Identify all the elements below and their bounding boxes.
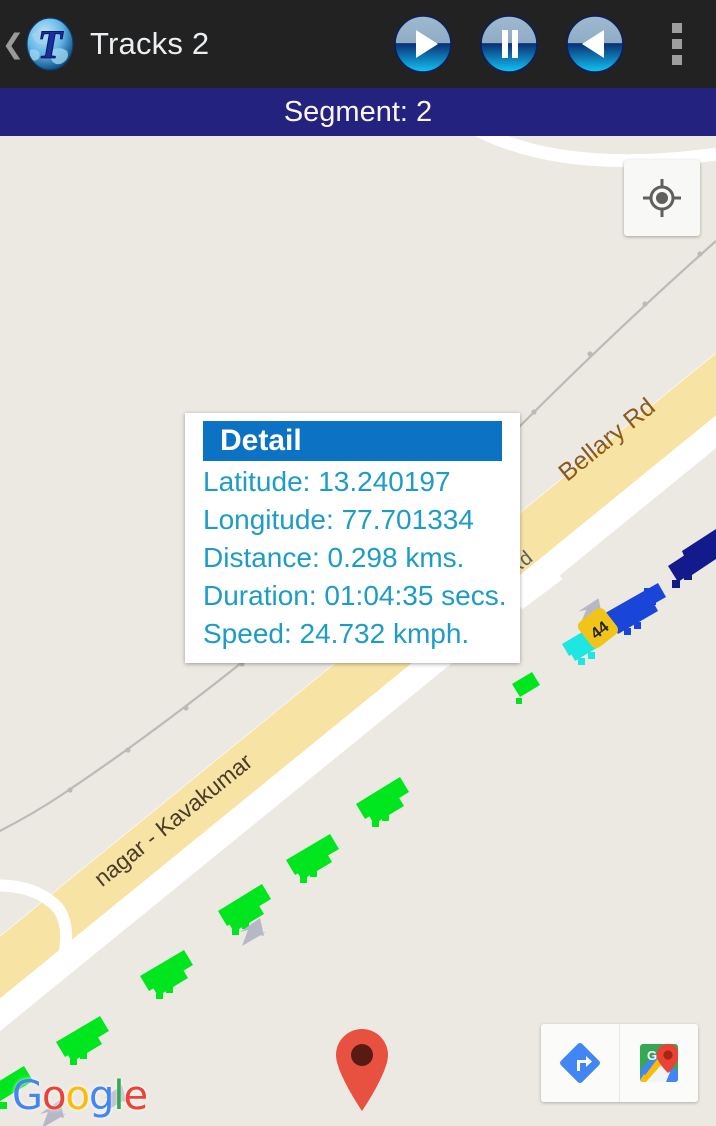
segment-label: Segment: 2 [283,95,433,128]
google-letter-g1: G [12,1073,43,1119]
google-letter-e: e [123,1073,148,1119]
action-bar: ❮ T Tracks 2 [0,0,716,88]
longitude-row: Longitude: 77.701334 [203,504,474,535]
map-action-buttons: G [541,1024,698,1102]
my-location-icon [643,179,681,217]
latitude-row: Latitude: 13.240197 [203,466,451,497]
google-letter-g2: g [88,1073,114,1119]
info-window-rows: Latitude: 13.240197 Longitude: 77.701334… [185,461,520,653]
distance-row: Distance: 0.298 kms. [203,542,465,573]
speed-row: Speed: 24.732 kmph. [203,618,470,649]
overflow-dot [672,55,682,65]
google-letter-o2: o [65,1073,90,1119]
svg-text:G: G [647,1048,657,1063]
app-root: ❮ T Tracks 2 Segment: 2 44 Bellary Rd na… [0,0,716,1126]
google-watermark: Google [12,1073,148,1119]
detail-info-window[interactable]: Detail Latitude: 13.240197 Longitude: 77… [185,413,520,663]
segment-banner: Segment: 2 [0,88,716,136]
overflow-menu-icon[interactable] [654,9,700,79]
overflow-dot [672,23,682,33]
duration-row: Duration: 01:04:35 secs. [203,580,507,611]
overflow-dot [672,39,682,49]
play-button[interactable] [394,15,452,73]
page-title: Tracks 2 [90,26,210,61]
globe-t-app-icon: T [22,16,78,72]
info-window-title: Detail [203,421,502,461]
directions-arrow-icon [560,1043,600,1083]
back-chevron-icon[interactable]: ❮ [2,0,25,88]
google-letter-o1: o [42,1073,67,1119]
open-google-maps-button[interactable]: G [619,1024,698,1102]
svg-text:T: T [38,22,64,67]
directions-button[interactable] [541,1024,619,1102]
pause-button[interactable] [480,15,538,73]
my-location-button[interactable] [624,160,700,236]
rewind-button[interactable] [566,15,624,73]
google-maps-logo-icon: G [640,1044,678,1082]
google-letter-l: l [113,1073,124,1119]
